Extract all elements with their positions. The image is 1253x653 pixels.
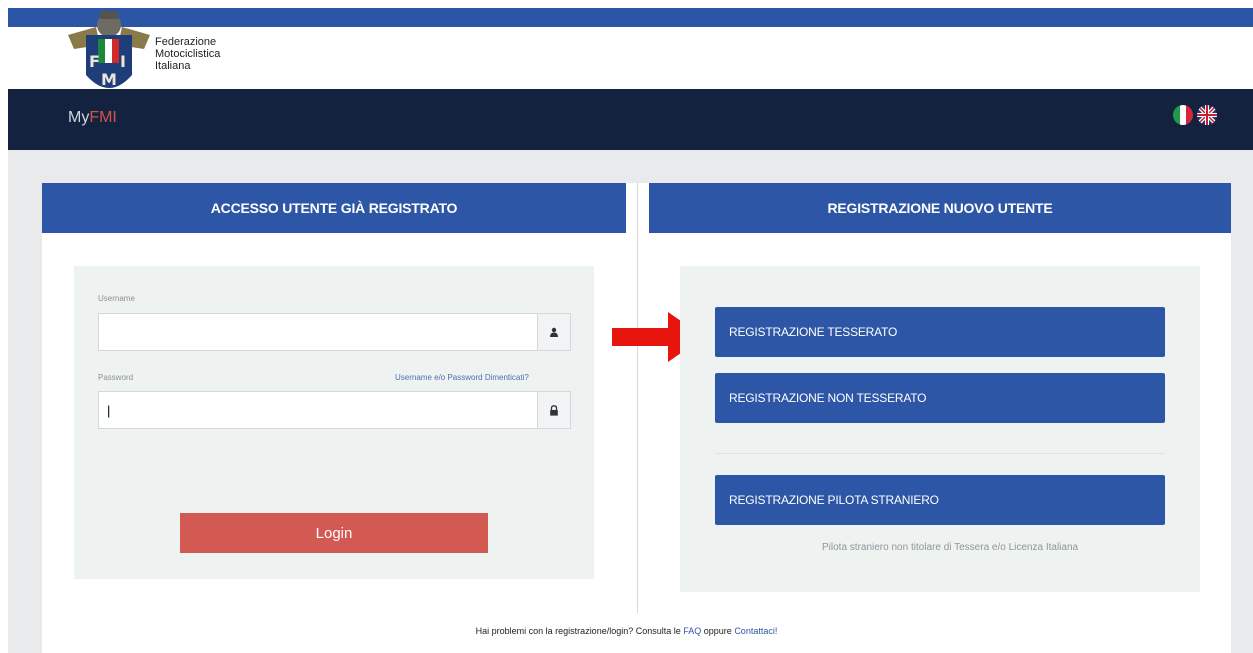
italian-flag-icon[interactable] bbox=[1173, 105, 1193, 125]
brand-myfmi[interactable]: MyFMI bbox=[68, 109, 117, 127]
logo-line-1: Federazione bbox=[155, 36, 217, 48]
help-text-middle: oppure bbox=[701, 626, 735, 636]
help-footer: Hai problemi con la registrazione/login?… bbox=[0, 626, 1253, 636]
panel-divider bbox=[637, 183, 638, 613]
language-switcher bbox=[1173, 105, 1217, 125]
svg-text:F: F bbox=[89, 52, 100, 71]
svg-text:I: I bbox=[120, 52, 126, 71]
logo-line-2: Motociclistica bbox=[155, 48, 221, 60]
top-blue-strip bbox=[8, 8, 1253, 27]
faq-link[interactable]: FAQ bbox=[683, 626, 701, 636]
register-non-tesserato-button[interactable]: REGISTRAZIONE NON TESSERATO bbox=[715, 373, 1165, 423]
lock-icon bbox=[537, 391, 571, 429]
login-panel-title: ACCESSO UTENTE GIÀ REGISTRATO bbox=[42, 183, 626, 233]
register-panel-title: REGISTRAZIONE NUOVO UTENTE bbox=[649, 183, 1231, 233]
svg-text:M: M bbox=[101, 70, 117, 89]
password-label: Password bbox=[98, 373, 134, 382]
page: F I M Federazione Motociclistica Italian… bbox=[0, 0, 1253, 653]
password-group bbox=[98, 391, 571, 429]
login-button[interactable]: Login bbox=[180, 513, 488, 553]
register-tesserato-button[interactable]: REGISTRAZIONE TESSERATO bbox=[715, 307, 1165, 357]
forgot-credentials-link[interactable]: Username e/o Password Dimenticati? bbox=[395, 373, 529, 382]
federation-name: Federazione Motociclistica Italiana bbox=[155, 36, 220, 72]
username-input[interactable] bbox=[98, 313, 537, 351]
foreign-pilot-note: Pilota straniero non titolare di Tessera… bbox=[822, 542, 1079, 553]
contact-link[interactable]: Contattaci! bbox=[734, 626, 777, 636]
logo-header: F I M Federazione Motociclistica Italian… bbox=[8, 11, 1253, 89]
brand-accent: FMI bbox=[89, 109, 117, 126]
username-label: Username bbox=[98, 294, 135, 303]
register-pilota-straniero-button[interactable]: REGISTRAZIONE PILOTA STRANIERO bbox=[715, 475, 1165, 525]
navbar: MyFMI bbox=[8, 89, 1253, 150]
logo-line-3: Italiana bbox=[155, 60, 191, 72]
user-icon bbox=[537, 313, 571, 351]
uk-flag-icon[interactable] bbox=[1197, 105, 1217, 125]
password-input[interactable] bbox=[98, 391, 537, 429]
brand-prefix: My bbox=[68, 109, 90, 126]
help-text: Hai problemi con la registrazione/login?… bbox=[475, 626, 684, 636]
username-group bbox=[98, 313, 571, 351]
register-separator bbox=[715, 453, 1165, 454]
